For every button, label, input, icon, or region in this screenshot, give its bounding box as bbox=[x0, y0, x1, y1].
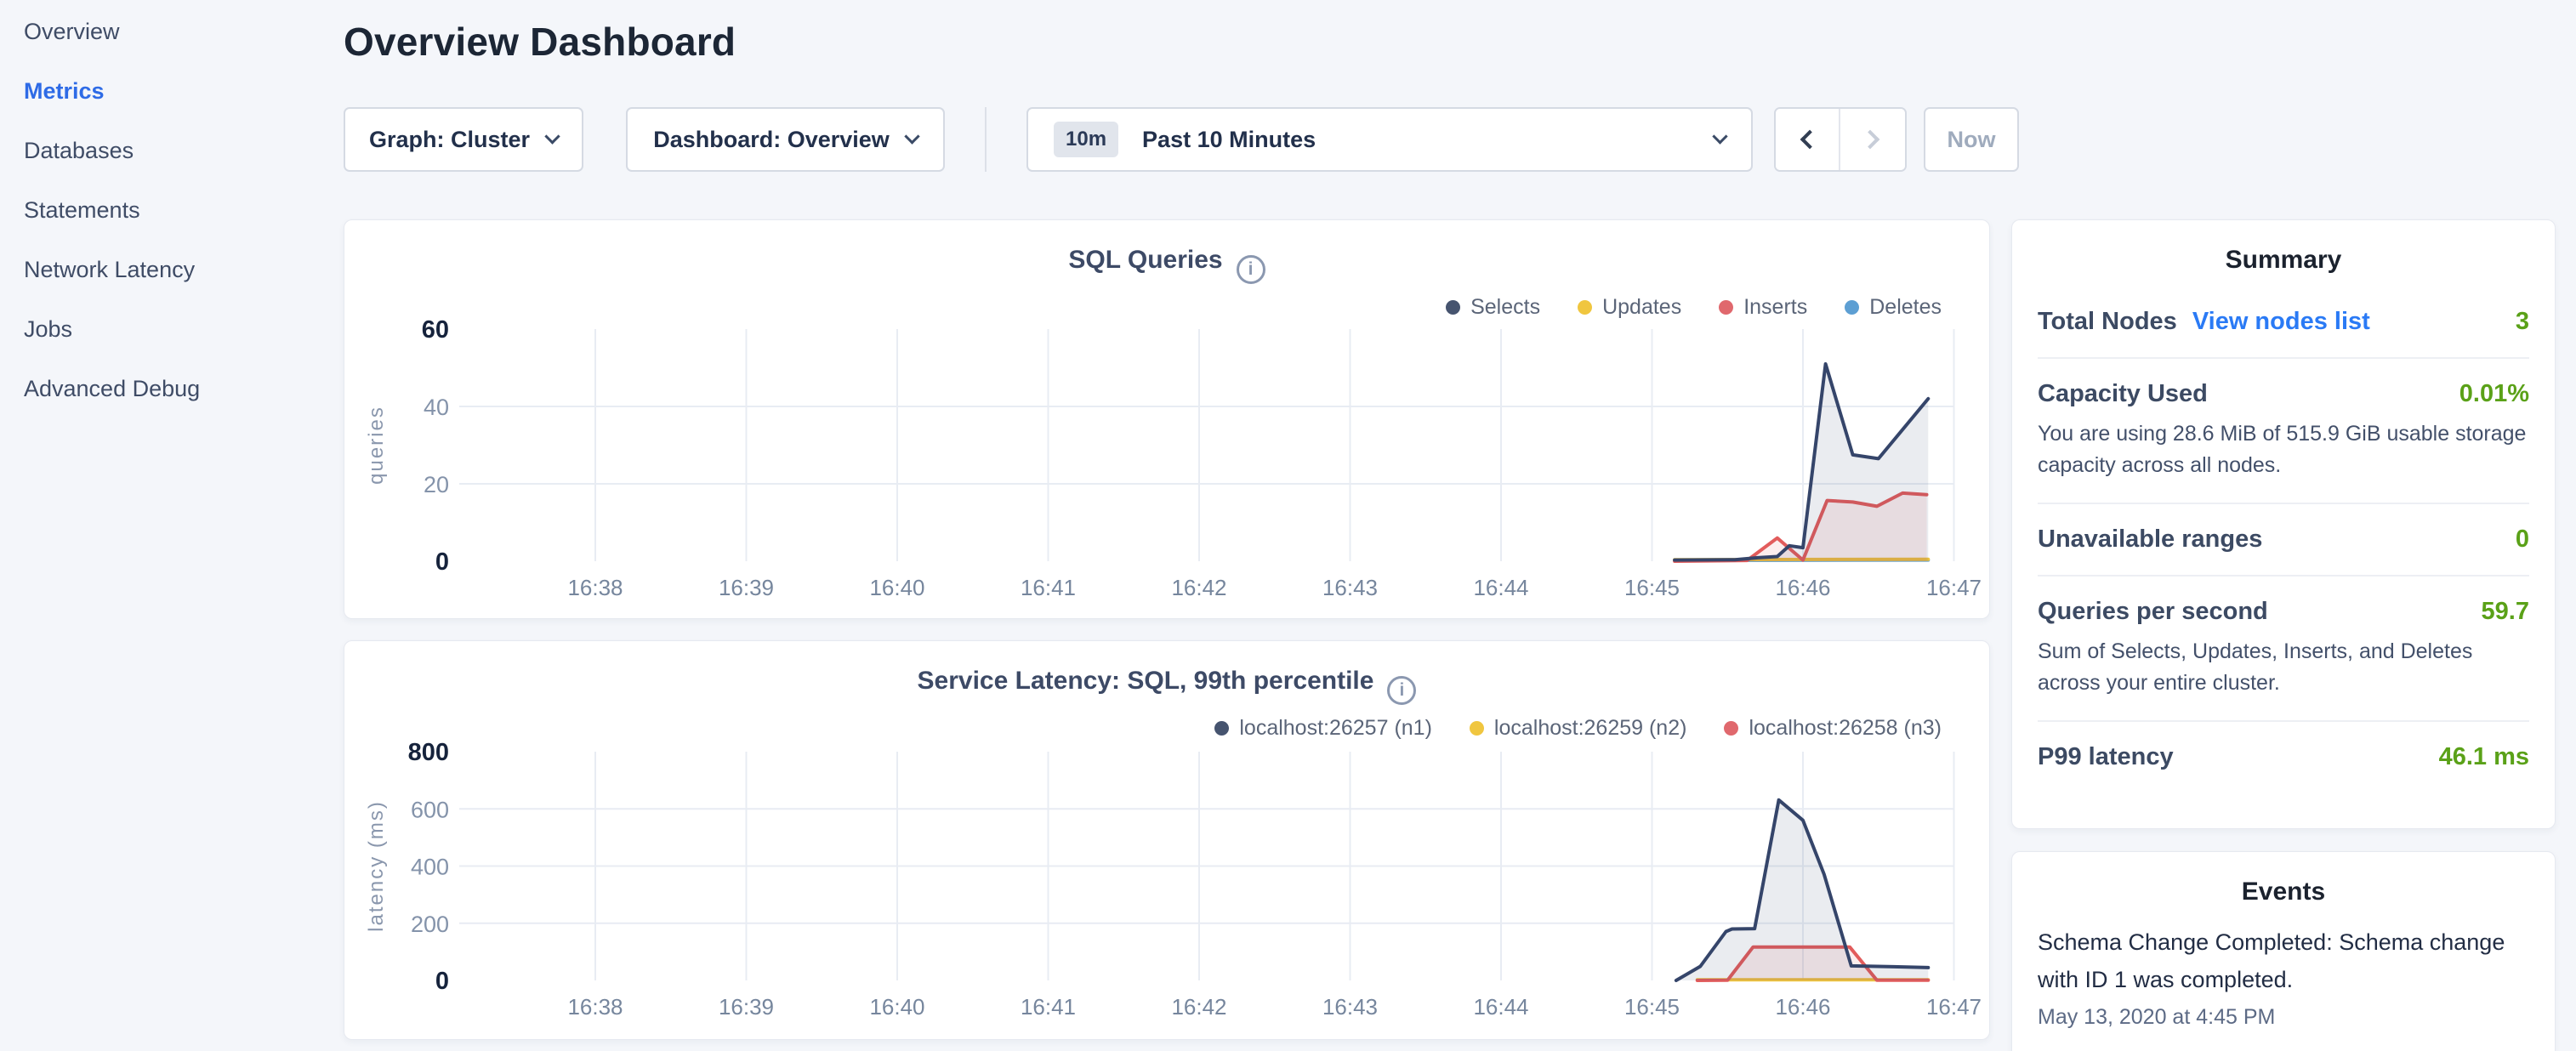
summary-row-head: Queries per second 59.7 bbox=[2038, 598, 2529, 626]
sidebar-item-jobs[interactable]: Jobs bbox=[24, 299, 340, 359]
page-title: Overview Dashboard bbox=[344, 19, 736, 65]
time-pager bbox=[1774, 107, 1907, 172]
time-next-button[interactable] bbox=[1840, 109, 1905, 170]
x-tick-label: 16:46 bbox=[1775, 994, 1830, 1020]
y-tick-label: 0 bbox=[435, 968, 449, 995]
chevron-right-icon bbox=[1861, 130, 1880, 150]
summary-row-value: 0 bbox=[2516, 526, 2529, 554]
summary-row-p99-latency: P99 latency 46.1 ms bbox=[2038, 720, 2529, 793]
events-title: Events bbox=[2012, 852, 2555, 918]
x-tick-label: 16:39 bbox=[719, 994, 774, 1020]
y-tick-label: 200 bbox=[411, 912, 449, 937]
summary-row-label: Queries per second bbox=[2038, 598, 2268, 626]
x-tick-label: 16:42 bbox=[1171, 994, 1226, 1020]
x-tick-label: 16:42 bbox=[1171, 575, 1226, 600]
sidebar-nav-list: OverviewMetricsDatabasesStatementsNetwor… bbox=[0, 0, 340, 418]
sidebar-item-overview[interactable]: Overview bbox=[24, 2, 340, 61]
service-latency-sql-99th-percentile-plot[interactable]: 0 200 400 600 800 16:38 16:39 16:40 16:41 16:42 16… bbox=[344, 641, 1991, 1041]
chevron-down-icon bbox=[904, 128, 919, 144]
chevron-down-icon bbox=[544, 128, 560, 144]
time-range-badge: 10m bbox=[1054, 122, 1118, 157]
x-tick-label: 16:41 bbox=[1021, 575, 1076, 600]
summary-row-value: 0.01% bbox=[2459, 380, 2529, 408]
y-tick-label: 20 bbox=[424, 472, 449, 497]
series-area-localhost-26257-n1 bbox=[1676, 800, 1928, 980]
x-tick-label: 16:47 bbox=[1926, 994, 1982, 1020]
event-message: Schema Change Completed: Schema change w… bbox=[2038, 923, 2514, 998]
x-tick-label: 16:40 bbox=[869, 575, 924, 600]
summary-row-value: 3 bbox=[2516, 308, 2529, 336]
summary-row-unavailable-ranges: Unavailable ranges 0 bbox=[2038, 503, 2529, 575]
summary-body: Total Nodes View nodes list 3 Capacity Used… bbox=[2012, 287, 2555, 793]
summary-panel: Summary Total Nodes View nodes list 3 Capac… bbox=[2011, 219, 2556, 829]
sql-queries-plot[interactable]: 0 20 40 60 16:38 16:39 16:40 16:41 16:42 16:43 16:… bbox=[344, 220, 1991, 620]
summary-row-head: Unavailable ranges 0 bbox=[2038, 526, 2529, 554]
time-range-label: Past 10 Minutes bbox=[1142, 127, 1316, 153]
summary-row-label: Total Nodes bbox=[2038, 308, 2177, 336]
sql-queries-chart-card: SQL QueriesiSelectsUpdatesInsertsDeletes… bbox=[344, 219, 1990, 619]
sidebar-item-statements[interactable]: Statements bbox=[24, 180, 340, 240]
x-tick-label: 16:38 bbox=[567, 994, 623, 1020]
sidebar-item-databases[interactable]: Databases bbox=[24, 121, 340, 180]
y-tick-label: 400 bbox=[411, 855, 449, 880]
summary-row-head: P99 latency 46.1 ms bbox=[2038, 743, 2529, 771]
y-tick-label: 40 bbox=[424, 395, 449, 420]
summary-row-value: 46.1 ms bbox=[2439, 743, 2529, 771]
x-tick-label: 16:41 bbox=[1021, 994, 1076, 1020]
y-axis-label: latency (ms) bbox=[365, 800, 388, 932]
summary-row-total-nodes: Total Nodes View nodes list 3 bbox=[2038, 287, 2529, 357]
service-latency-chart-card: Service Latency: SQL, 99th percentileilo… bbox=[344, 640, 1990, 1040]
summary-row-queries-per-second: Queries per second 59.7 Sum of Selects, Up… bbox=[2038, 575, 2529, 720]
summary-row-description: Sum of Selects, Updates, Inserts, and De… bbox=[2038, 636, 2529, 699]
sidebar-item-network-latency[interactable]: Network Latency bbox=[24, 240, 340, 299]
y-axis-label: queries bbox=[365, 406, 388, 485]
graph-dropdown[interactable]: Graph: Cluster bbox=[344, 107, 583, 172]
dashboard-dropdown[interactable]: Dashboard: Overview bbox=[626, 107, 945, 172]
x-tick-label: 16:44 bbox=[1473, 575, 1528, 600]
x-tick-label: 16:45 bbox=[1624, 994, 1680, 1020]
events-panel: Events Schema Change Completed: Schema c… bbox=[2011, 851, 2556, 1051]
y-tick-label: 0 bbox=[435, 548, 449, 576]
graph-dropdown-label: Graph: Cluster bbox=[369, 127, 530, 153]
x-tick-label: 16:43 bbox=[1322, 575, 1378, 600]
controls-bar: Graph: Cluster Dashboard: Overview 10m P… bbox=[344, 107, 2019, 172]
x-tick-label: 16:47 bbox=[1926, 575, 1982, 600]
time-prev-button[interactable] bbox=[1776, 109, 1840, 170]
event-item[interactable]: Schema Change Completed: Schema change w… bbox=[2038, 923, 2529, 1030]
x-tick-label: 16:39 bbox=[719, 575, 774, 600]
summary-row-value: 59.7 bbox=[2482, 598, 2529, 626]
sidebar-item-advanced-debug[interactable]: Advanced Debug bbox=[24, 359, 340, 418]
controls-divider bbox=[985, 107, 987, 172]
summary-row-capacity-used: Capacity Used 0.01% You are using 28.6 MiB… bbox=[2038, 357, 2529, 503]
dashboard-dropdown-label: Dashboard: Overview bbox=[653, 127, 890, 153]
chevron-left-icon bbox=[1800, 130, 1820, 150]
event-timestamp: May 13, 2020 at 4:45 PM bbox=[2038, 1005, 2529, 1030]
x-tick-label: 16:40 bbox=[869, 994, 924, 1020]
y-tick-label: 60 bbox=[422, 316, 449, 344]
x-tick-label: 16:46 bbox=[1775, 575, 1830, 600]
now-button[interactable]: Now bbox=[1924, 107, 2019, 172]
summary-title: Summary bbox=[2012, 220, 2555, 287]
sidebar-item-metrics[interactable]: Metrics bbox=[24, 61, 340, 121]
time-range-selector[interactable]: 10m Past 10 Minutes bbox=[1026, 107, 1753, 172]
y-tick-label: 800 bbox=[408, 739, 449, 766]
summary-row-description: You are using 28.6 MiB of 515.9 GiB usab… bbox=[2038, 418, 2529, 481]
chevron-down-icon bbox=[1712, 128, 1727, 144]
x-tick-label: 16:44 bbox=[1473, 994, 1528, 1020]
summary-row-label: Capacity Used bbox=[2038, 380, 2208, 408]
view-nodes-list-link[interactable]: View nodes list bbox=[2192, 308, 2370, 336]
y-tick-label: 600 bbox=[411, 797, 449, 822]
series-area-selects bbox=[1675, 364, 1928, 561]
sidebar: OverviewMetricsDatabasesStatementsNetwor… bbox=[0, 0, 340, 1051]
events-body: Schema Change Completed: Schema change w… bbox=[2012, 918, 2555, 1030]
summary-row-head: Total Nodes View nodes list 3 bbox=[2038, 308, 2529, 336]
x-tick-label: 16:45 bbox=[1624, 575, 1680, 600]
app-root: OverviewMetricsDatabasesStatementsNetwor… bbox=[0, 0, 2576, 1051]
x-tick-label: 16:43 bbox=[1322, 994, 1378, 1020]
summary-row-label: Unavailable ranges bbox=[2038, 526, 2262, 554]
x-tick-label: 16:38 bbox=[567, 575, 623, 600]
summary-row-head: Capacity Used 0.01% bbox=[2038, 380, 2529, 408]
summary-row-label: P99 latency bbox=[2038, 743, 2174, 771]
